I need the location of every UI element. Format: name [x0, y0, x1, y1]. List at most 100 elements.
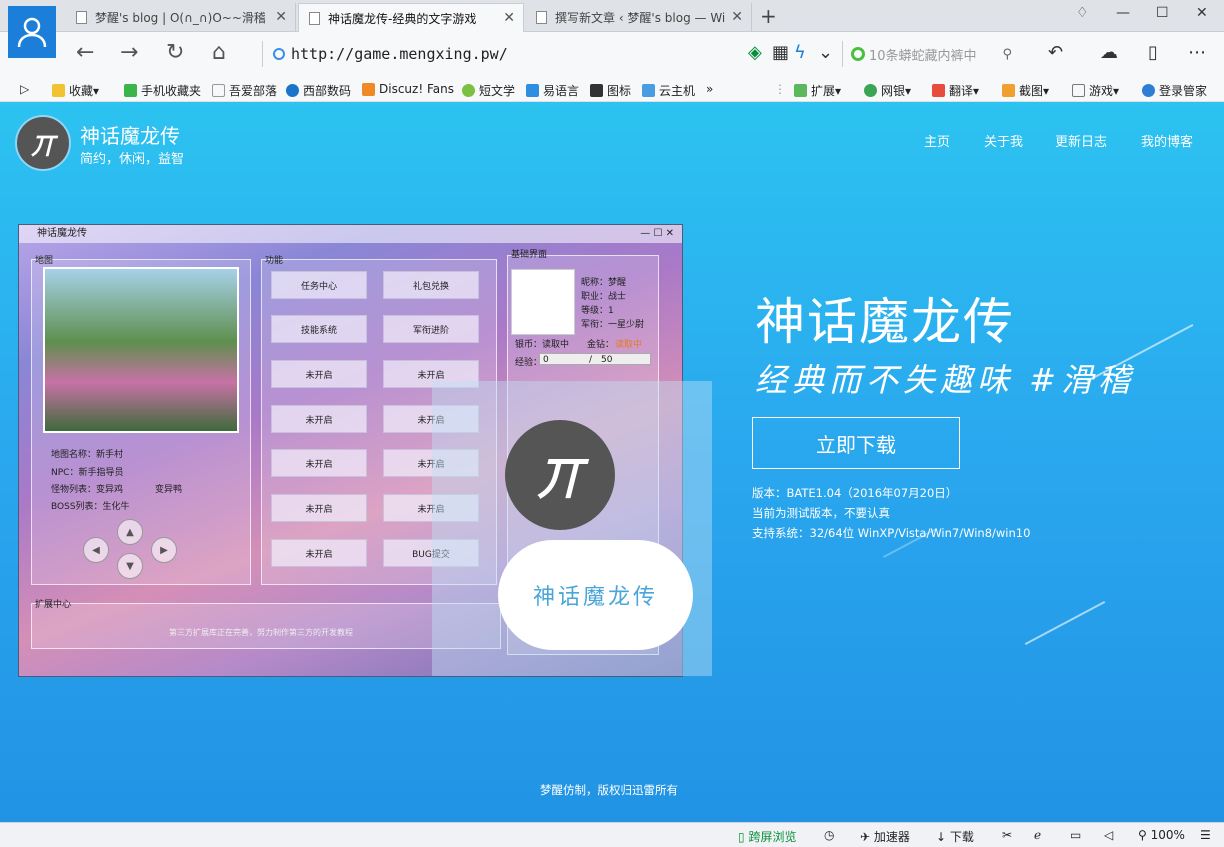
nav-home[interactable]: 主页 [924, 131, 950, 150]
map-label: 地图 [35, 256, 54, 266]
ie-icon[interactable]: ℯ [1034, 828, 1041, 842]
new-tab-icon[interactable]: + [760, 4, 777, 28]
zoom-icon: ⚲ [1138, 828, 1147, 842]
menu-icon[interactable]: ☰ [1200, 828, 1211, 842]
ext-item[interactable]: 登录管家 [1142, 82, 1207, 99]
download-button[interactable]: 立即下载 [752, 417, 960, 469]
map-boss: BOSS列表：生化牛 [51, 502, 130, 512]
qrcode-icon[interactable]: ▦ [772, 42, 789, 63]
minimize-icon[interactable]: — [1116, 5, 1130, 21]
easy-icon [526, 84, 539, 97]
site-name[interactable]: 神话魔龙传 [80, 120, 180, 149]
search-icon[interactable]: ⚲ [1002, 47, 1012, 62]
page-icon [212, 84, 225, 97]
close-icon[interactable]: ✕ [731, 9, 743, 25]
character-avatar [511, 269, 575, 335]
gold-status: 读取中 [615, 340, 643, 350]
search-input[interactable]: 10条蟒蛇藏内裤中 ⚲ [842, 41, 1018, 67]
fav-item[interactable]: 短文学 [462, 82, 515, 99]
maximize-icon[interactable]: ☐ [1156, 5, 1169, 21]
history-icon[interactable]: ◷ [824, 828, 834, 842]
search-placeholder: 10条蟒蛇藏内裤中 [869, 48, 977, 64]
up-arrow-icon: ▲ [117, 519, 143, 545]
map-image [43, 267, 239, 433]
window-controls: — ☐ ✕ [640, 228, 674, 239]
right-arrow-icon: ▶ [151, 537, 177, 563]
close-window-icon[interactable]: ✕ [1196, 5, 1208, 21]
nav-changelog[interactable]: 更新日志 [1055, 131, 1107, 150]
sidebar-toggle-icon[interactable]: ▷ [20, 82, 29, 96]
bank-icon [864, 84, 877, 97]
tab-blog[interactable]: 梦醒's blog | O(∩_∩)O~~滑稽 ✕ [66, 3, 296, 32]
ext-item[interactable]: 网银 ▾ [864, 82, 911, 99]
footer-copyright: 梦醒仿制，版权归迅雷所有 [540, 783, 678, 797]
basic-label: 基础界面 [511, 250, 548, 260]
lightning-icon[interactable]: ϟ [794, 42, 806, 63]
fav-item[interactable]: 西部数码 [286, 82, 351, 99]
test-notice: 当前为测试版本，不要认真 [752, 506, 890, 520]
ext-item[interactable]: 截图 ▾ [1002, 82, 1049, 99]
back-icon[interactable]: ← [76, 40, 94, 65]
game-button: 礼包兑换 [383, 271, 479, 299]
window-icon[interactable]: ▭ [1070, 828, 1081, 842]
more-favorites-icon[interactable]: » [706, 82, 713, 96]
system-support: 支持系统：32/64位 WinXP/Vista/Win7/Win8/win10 [752, 526, 1031, 540]
search-engine-icon [851, 47, 865, 61]
game-button: 未开启 [271, 494, 367, 522]
refresh-icon[interactable]: ↻ [166, 40, 184, 65]
tab-editor[interactable]: 撰写新文章 ‹ 梦醒's blog — Wi ✕ [526, 3, 752, 32]
ext-item[interactable]: 游戏 ▾ [1072, 82, 1119, 99]
west-icon [286, 84, 299, 97]
fav-item[interactable]: Discuz! Fans [362, 82, 454, 96]
fav-item[interactable]: 云主机 [642, 82, 695, 99]
fav-item[interactable]: 收藏 ▾ [52, 82, 99, 99]
volume-icon[interactable]: ◁ [1104, 828, 1113, 842]
expand-panel [31, 603, 501, 649]
home-icon[interactable]: ⌂ [212, 40, 226, 65]
download-icon: ↓ [936, 830, 947, 844]
forward-icon[interactable]: → [120, 40, 138, 65]
game-button: 任务中心 [271, 271, 367, 299]
skin-icon[interactable]: ♢ [1076, 5, 1089, 21]
translate-icon [932, 84, 945, 97]
game-button: 未开启 [271, 360, 367, 388]
fav-item[interactable]: 图标 [590, 82, 631, 99]
fav-item[interactable]: 手机收藏夹 [124, 82, 201, 99]
exp-label: 经验： [515, 358, 543, 368]
zoom-control[interactable]: ⚲ 100% [1138, 828, 1185, 842]
url-field[interactable]: http://game.mengxing.pw/ [262, 41, 832, 67]
ext-item[interactable]: 翻译 ▾ [932, 82, 979, 99]
close-icon[interactable]: ✕ [275, 9, 287, 25]
cloud-host-icon [642, 84, 655, 97]
shield-icon[interactable]: ◈ [748, 42, 762, 63]
user-avatar-icon[interactable] [8, 6, 56, 58]
download-status-button[interactable]: ↓ 下载 [936, 828, 974, 845]
chevron-down-icon[interactable]: ⌄ [818, 42, 833, 63]
ext-item[interactable]: 扩展 ▾ [794, 82, 841, 99]
site-logo[interactable]: 丌 [15, 115, 71, 171]
phone-icon[interactable]: ▯ [1148, 42, 1158, 63]
profile-level: 等级：1 [581, 306, 614, 316]
divider: ⋮ [774, 82, 786, 96]
tab-title: 神话魔龙传-经典的文字游戏 [328, 12, 477, 26]
profile-rank: 军衔：一星少尉 [581, 320, 645, 330]
fav-item[interactable]: 易语言 [526, 82, 579, 99]
version-info: 版本：BATE1.04（2016年07月20日） [752, 486, 958, 500]
game-window-title: 神话魔龙传 [19, 225, 682, 243]
accelerator-button[interactable]: ✈ 加速器 [860, 828, 910, 845]
game-button: 未开启 [271, 539, 367, 567]
page-icon [76, 11, 87, 24]
exp-max: 50 [601, 355, 613, 365]
nav-about[interactable]: 关于我 [984, 131, 1023, 150]
fav-item[interactable]: 吾爱部落 [212, 82, 277, 99]
tools-icon[interactable]: ✂ [1002, 828, 1012, 842]
undo-icon[interactable]: ↶ [1048, 42, 1063, 63]
nav-blog[interactable]: 我的博客 [1141, 131, 1193, 150]
close-icon[interactable]: ✕ [503, 10, 515, 26]
more-icon[interactable]: ⋯ [1188, 42, 1206, 63]
favorites-bar: ▷ 收藏 ▾ 手机收藏夹 吾爱部落 西部数码 Discuz! Fans 短文学 … [0, 76, 1224, 102]
cross-browse-button[interactable]: ▯ 跨屏浏览 [738, 828, 796, 845]
tab-game[interactable]: 神话魔龙传-经典的文字游戏 ✕ [298, 3, 524, 33]
cloud-icon[interactable]: ☁ [1100, 42, 1118, 63]
star-icon [52, 84, 65, 97]
